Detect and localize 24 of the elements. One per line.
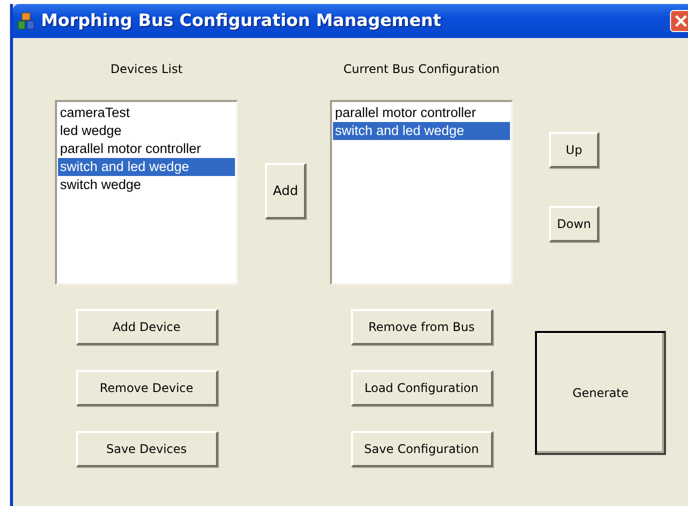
close-icon[interactable] [670,10,688,32]
add-button[interactable]: Add [265,163,306,219]
device-button[interactable]: Save Devices [76,431,218,467]
app-icon [17,12,35,30]
configuration-button[interactable]: Load Configuration [350,370,492,406]
list-item[interactable]: switch and led wedge [58,158,235,176]
list-item[interactable]: cameraTest [58,104,235,122]
configuration-button[interactable]: Remove from Bus [350,309,492,345]
window-title: Morphing Bus Configuration Management [41,11,442,31]
device-button[interactable]: Add Device [76,309,218,345]
list-item[interactable]: switch wedge [58,176,235,194]
down-button[interactable]: Down [549,206,599,242]
configuration-button[interactable]: Save Configuration [350,431,492,467]
device-button[interactable]: Remove Device [76,370,218,406]
list-label: Devices List [110,62,183,78]
list-item[interactable]: parallel motor controller [333,104,510,122]
up-button[interactable]: Up [549,132,599,168]
list-item[interactable]: switch and led wedge [333,122,510,140]
generate-button[interactable]: Generate [535,331,666,455]
bus-configuration-list[interactable]: parallel motor controller switch and led wedge [330,100,513,285]
list-item[interactable]: parallel motor controller [58,140,235,158]
devices-list[interactable]: cameraTest led wedge parallel motor controller switch and led wedge switch wedge [55,100,238,285]
list-item[interactable]: led wedge [58,122,235,140]
list-label: Current Bus Configuration [343,62,500,78]
